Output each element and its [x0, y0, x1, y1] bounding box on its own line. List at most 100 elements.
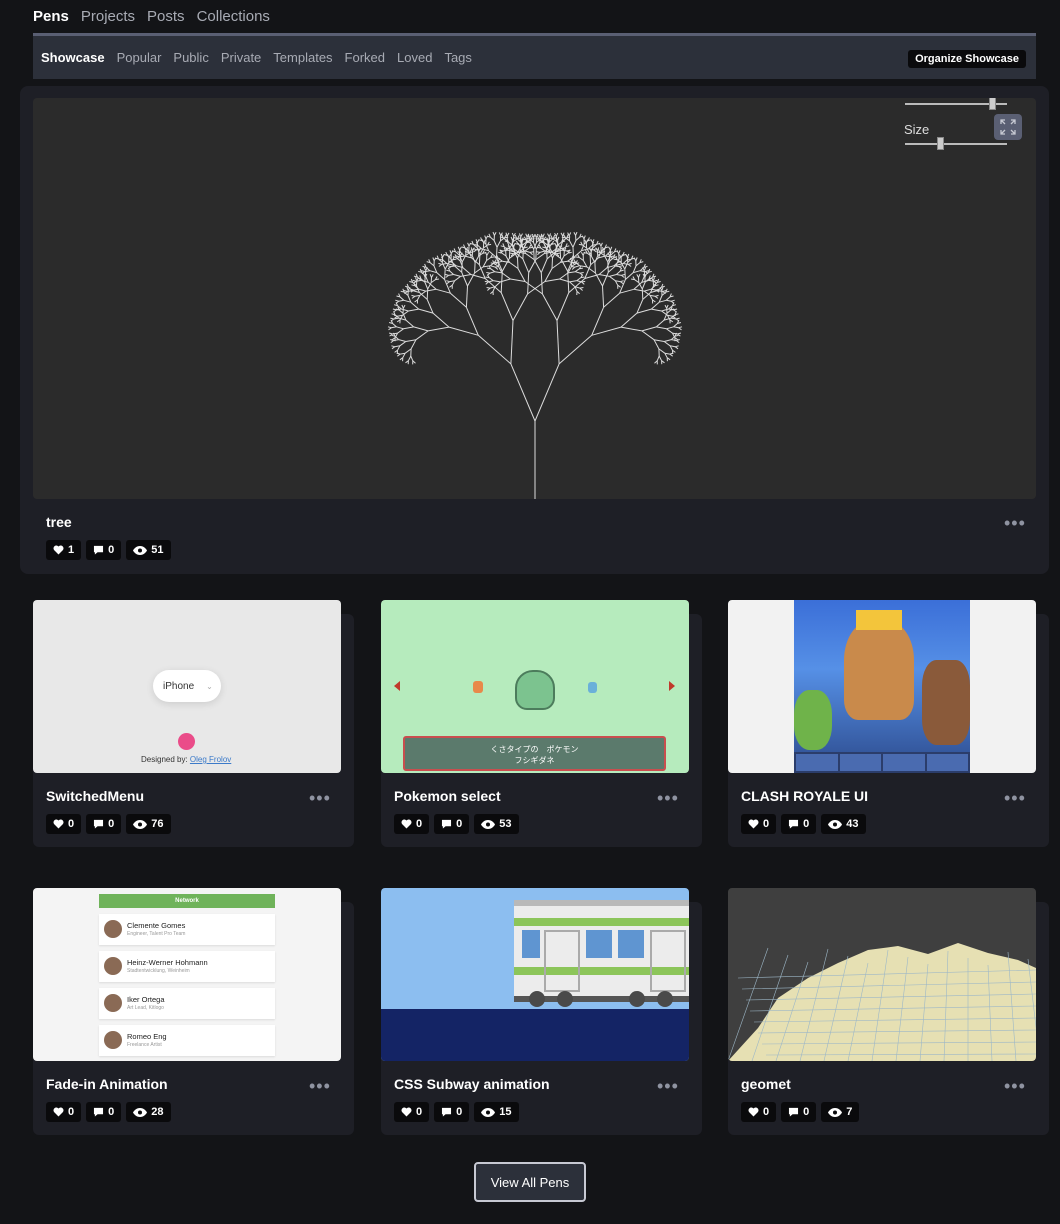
contact-row[interactable]: Romeo Eng Freelance Artist — [99, 1025, 275, 1056]
pen-stats: 0 0 15 — [394, 1102, 519, 1122]
more-options-icon[interactable]: ••• — [309, 789, 331, 807]
contact-row[interactable]: Heinz-Werner Hohmann Stadtentwicklung, W… — [99, 951, 275, 982]
views-button[interactable]: 76 — [126, 814, 171, 834]
featured-pen-card: Size tree ••• 1 0 51 — [20, 86, 1049, 574]
heart-button[interactable]: 0 — [46, 1102, 82, 1122]
more-options-icon[interactable]: ••• — [309, 1077, 331, 1095]
train-wheel — [557, 991, 573, 1007]
more-options-icon[interactable]: ••• — [1004, 1077, 1026, 1095]
squirtle-sprite — [588, 682, 597, 693]
heart-icon — [401, 819, 412, 829]
comments-button[interactable]: 0 — [434, 814, 470, 834]
featured-pen-preview[interactable]: Size — [33, 98, 1036, 499]
crown-shape — [856, 610, 902, 630]
iphone-select[interactable]: iPhone ⌄ — [153, 670, 221, 702]
designer-link[interactable]: Oleg Frolov — [190, 755, 231, 764]
tab-collections[interactable]: Collections — [197, 8, 270, 25]
comment-icon — [94, 545, 104, 555]
chevron-down-icon: ⌄ — [206, 681, 213, 691]
comments-button[interactable]: 0 — [434, 1102, 470, 1122]
featured-pen-title[interactable]: tree — [46, 514, 72, 530]
more-options-icon[interactable]: ••• — [657, 1077, 679, 1095]
subway-train — [514, 900, 689, 1002]
heart-button[interactable]: 0 — [741, 1102, 777, 1122]
views-button[interactable]: 43 — [821, 814, 866, 834]
comment-icon — [442, 819, 452, 829]
views-button[interactable]: 7 — [821, 1102, 860, 1122]
tab-pens[interactable]: Pens — [33, 8, 69, 25]
pen-preview[interactable]: iPhone ⌄ Designed by: Oleg Frolov — [33, 600, 341, 773]
views-button[interactable]: 28 — [126, 1102, 171, 1122]
subtab-public[interactable]: Public — [173, 50, 208, 65]
subtab-popular[interactable]: Popular — [117, 50, 162, 65]
pen-title[interactable]: CSS Subway animation — [394, 1076, 550, 1092]
tab-projects[interactable]: Projects — [81, 8, 135, 25]
network-header: Network — [99, 894, 275, 908]
arrow-left-icon[interactable] — [394, 681, 400, 691]
pen-title[interactable]: SwitchedMenu — [46, 788, 144, 804]
eye-icon — [481, 1107, 496, 1117]
views-button[interactable]: 53 — [474, 814, 519, 834]
pen-preview[interactable] — [728, 600, 1036, 773]
heart-button[interactable]: 0 — [394, 814, 430, 834]
fractal-tree-drawing — [387, 231, 683, 499]
pen-stats: 0 0 76 — [46, 814, 171, 834]
contact-row[interactable]: Clemente Gomes Engineer, Talent Pro Team — [99, 914, 275, 945]
clash-royale-artwork — [794, 600, 970, 773]
pen-card: CSS Subway animation ••• 0 0 15 — [381, 888, 702, 1135]
heart-button[interactable]: 0 — [46, 814, 82, 834]
heart-button[interactable]: 1 — [46, 540, 82, 560]
subtab-tags[interactable]: Tags — [444, 50, 471, 65]
designer-credit: Designed by: Oleg Frolov — [141, 755, 232, 764]
subtab-showcase[interactable]: Showcase — [41, 50, 105, 65]
knight-character — [922, 660, 970, 745]
heart-icon — [748, 1107, 759, 1117]
pen-card: くさタイプの ポケモン フシギダネ Pokemon select ••• 0 0 … — [381, 600, 702, 847]
eye-icon — [133, 819, 148, 829]
view-all-pens-button[interactable]: View All Pens — [474, 1162, 586, 1202]
card-bar — [794, 752, 970, 773]
tab-posts[interactable]: Posts — [147, 8, 185, 25]
pen-preview[interactable] — [728, 888, 1036, 1061]
heart-button[interactable]: 0 — [394, 1102, 430, 1122]
comments-button[interactable]: 0 — [86, 814, 122, 834]
pen-title[interactable]: CLASH ROYALE UI — [741, 788, 868, 804]
top-nav: Pens Projects Posts Collections — [33, 0, 270, 33]
more-options-icon[interactable]: ••• — [1004, 514, 1026, 532]
comments-button[interactable]: 0 — [781, 1102, 817, 1122]
eye-icon — [828, 819, 843, 829]
pen-preview[interactable]: くさタイプの ポケモン フシギダネ — [381, 600, 689, 773]
subtab-forked[interactable]: Forked — [345, 50, 385, 65]
goblin-character — [794, 690, 832, 750]
eye-icon — [133, 1107, 148, 1117]
more-options-icon[interactable]: ••• — [657, 789, 679, 807]
pen-card: CLASH ROYALE UI ••• 0 0 43 — [728, 600, 1049, 847]
pen-preview[interactable] — [381, 888, 689, 1061]
more-options-icon[interactable]: ••• — [1004, 789, 1026, 807]
heart-button[interactable]: 0 — [741, 814, 777, 834]
subtab-private[interactable]: Private — [221, 50, 261, 65]
pen-preview[interactable]: Network Clemente Gomes Engineer, Talent … — [33, 888, 341, 1061]
heart-icon — [53, 819, 64, 829]
views-button[interactable]: 51 — [126, 540, 171, 560]
subtab-loved[interactable]: Loved — [397, 50, 432, 65]
charmander-sprite — [473, 681, 483, 693]
views-button[interactable]: 15 — [474, 1102, 519, 1122]
contact-row[interactable]: Iker Ortega Art Lead, Kitlogo — [99, 988, 275, 1019]
comments-button[interactable]: 0 — [86, 1102, 122, 1122]
comment-icon — [94, 1107, 104, 1117]
pen-title[interactable]: geomet — [741, 1076, 791, 1092]
subtab-templates[interactable]: Templates — [273, 50, 332, 65]
organize-showcase-button[interactable]: Organize Showcase — [908, 50, 1026, 68]
avatar — [104, 920, 122, 938]
pen-title[interactable]: Pokemon select — [394, 788, 501, 804]
avatar — [104, 994, 122, 1012]
terrain-mesh — [728, 943, 1036, 1061]
comments-button[interactable]: 0 — [86, 540, 122, 560]
king-character — [844, 620, 914, 720]
heart-icon — [401, 1107, 412, 1117]
comments-button[interactable]: 0 — [781, 814, 817, 834]
pen-title[interactable]: Fade-in Animation — [46, 1076, 168, 1092]
arrow-right-icon[interactable] — [669, 681, 675, 691]
train-wheel — [657, 991, 673, 1007]
